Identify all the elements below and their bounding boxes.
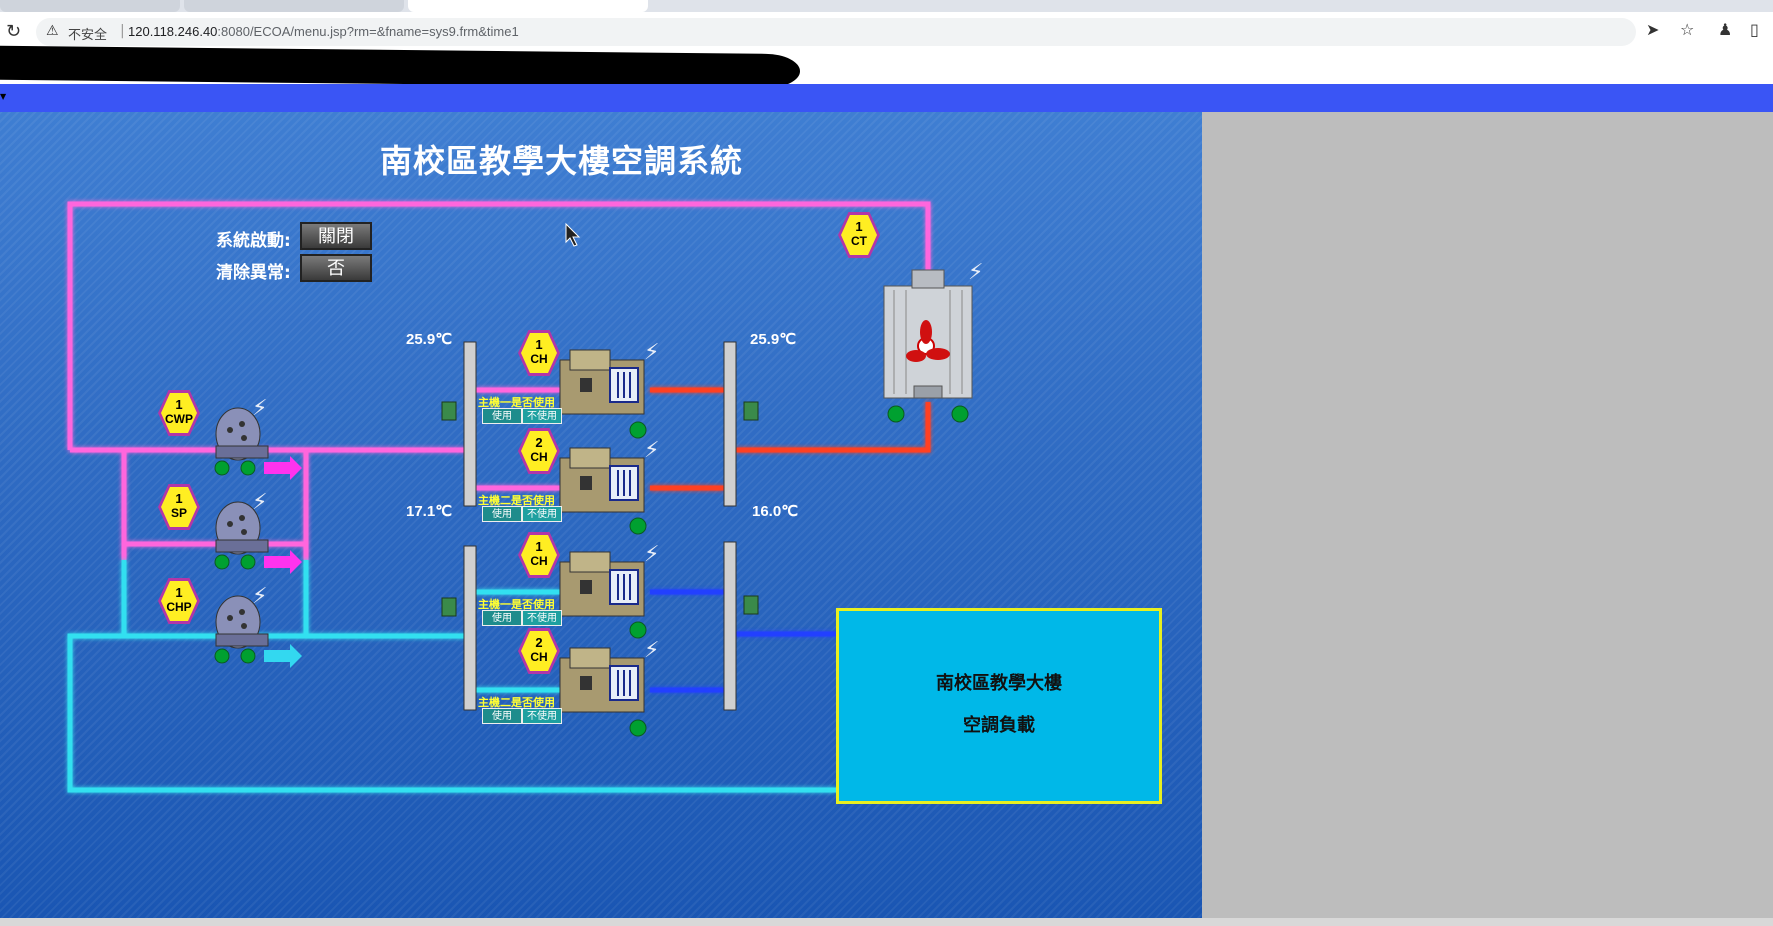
send-icon[interactable]: ➤: [1646, 20, 1659, 39]
ch-lower-1-code: CH: [530, 554, 548, 568]
ch-upper-2-status: [629, 517, 647, 535]
lightning-icon: ⚡: [644, 542, 660, 567]
temp-chw-return: 17.1℃: [406, 503, 453, 520]
chiller-lower-2: [559, 647, 645, 713]
app-menu-bar: ▼: [0, 84, 1773, 112]
chp-status-1: [214, 648, 230, 664]
sp-status-2: [240, 554, 256, 570]
ch-lower-2-status: [629, 719, 647, 737]
url-host: 120.118.246.40: [128, 24, 218, 39]
ch-lower-1-nouse-button[interactable]: 不使用: [522, 610, 562, 626]
ch-upper-1-nouse-button[interactable]: 不使用: [522, 408, 562, 424]
url-rest: :8080/ECOA/menu.jsp?rm=&fname=sys9.frm&t…: [217, 24, 519, 39]
temp-chw-supply: 16.0℃: [752, 503, 799, 520]
building-load-box[interactable]: 南校區教學大樓 空調負載: [836, 608, 1162, 804]
clear-alarm-button[interactable]: 否: [300, 254, 372, 282]
ch-upper-2-use-button[interactable]: 使用: [482, 506, 522, 522]
load-line-2: 空調負載: [963, 715, 1035, 736]
lightning-icon: ⚡: [968, 260, 984, 285]
cooling-tower: [883, 269, 973, 399]
star-icon[interactable]: ☆: [1680, 20, 1694, 39]
ct-num: 1: [855, 219, 863, 234]
system-start-button[interactable]: 關閉: [300, 222, 372, 250]
ch-lower-2-code: CH: [530, 650, 548, 664]
cw-header-right: [723, 341, 737, 507]
mouse-cursor-icon: [565, 222, 581, 247]
tab-1[interactable]: [0, 0, 180, 12]
lightning-icon: ⚡: [644, 340, 660, 365]
status-bar: [0, 918, 1773, 926]
system-start-label: 系統啟動:: [216, 231, 291, 251]
ch-upper-1-num: 1: [535, 337, 543, 352]
cw-header-left: [463, 341, 477, 507]
lightning-icon: ⚡: [252, 490, 268, 515]
temp-cw-outlet: 25.9℃: [750, 331, 797, 348]
sensor-cw-in: [441, 401, 457, 421]
lightning-icon: ⚡: [252, 396, 268, 421]
omnibox[interactable]: ⚠ 不安全 | 120.118.246.40:8080/ECOA/menu.js…: [36, 18, 1636, 46]
sensor-chw-return: [441, 597, 457, 617]
chp-arrow: [264, 644, 302, 668]
ch-lower-2-use-button[interactable]: 使用: [482, 708, 522, 724]
chiller-upper-2: [559, 447, 645, 513]
cwp-arrow: [264, 456, 302, 480]
ch-upper-2-code: CH: [530, 450, 548, 464]
chiller-upper-1: [559, 349, 645, 415]
tab-strip: [0, 0, 1773, 12]
ct-code: CT: [851, 234, 867, 248]
sp-arrow: [264, 550, 302, 574]
pumps: [215, 407, 269, 649]
page-title: 南校區教學大樓空調系統: [380, 142, 744, 180]
clear-alarm-label: 清除異常:: [216, 263, 291, 283]
chw-header-left: [463, 545, 477, 711]
chiller-lower-1: [559, 551, 645, 617]
ch-upper-2-num: 2: [535, 435, 543, 450]
chp-status-2: [240, 648, 256, 664]
chp-num: 1: [175, 585, 183, 600]
ch-upper-1-status: [629, 421, 647, 439]
url-text[interactable]: 120.118.246.40:8080/ECOA/menu.jsp?rm=&fn…: [128, 24, 519, 39]
ch-lower-2-nouse-button[interactable]: 不使用: [522, 708, 562, 724]
reload-icon[interactable]: ↻: [6, 21, 21, 42]
ch-upper-2-nouse-button[interactable]: 不使用: [522, 506, 562, 522]
tab-active[interactable]: [408, 0, 648, 12]
sp-code: SP: [170, 506, 187, 520]
ch-lower-1-status: [629, 621, 647, 639]
extension-icon[interactable]: ♟: [1718, 20, 1732, 39]
ch-lower-2-num: 2: [535, 635, 543, 650]
ct-status-2: [951, 405, 969, 423]
ch-upper-1-code: CH: [530, 352, 548, 366]
ct-status-1: [887, 405, 905, 423]
sensor-chw-supply: [743, 595, 759, 615]
security-label[interactable]: 不安全: [68, 24, 107, 43]
ch-lower-1-num: 1: [535, 539, 543, 554]
separator: |: [120, 23, 125, 39]
sensor-cw-out: [743, 401, 759, 421]
temp-cw-inlet: 25.9℃: [406, 331, 453, 348]
cwp-code: CWP: [165, 412, 193, 426]
lightning-icon: ⚡: [644, 638, 660, 663]
chp-code: CHP: [166, 600, 192, 614]
cwp-status-2: [240, 460, 256, 476]
caret-down-icon[interactable]: ▼: [0, 92, 6, 101]
cwp-status-1: [214, 460, 230, 476]
chw-header-right: [723, 541, 737, 711]
lightning-icon: ⚡: [644, 438, 660, 463]
cw-return-pipe: [650, 387, 931, 491]
ch-upper-1-use-button[interactable]: 使用: [482, 408, 522, 424]
sp-status-1: [214, 554, 230, 570]
address-bar: ↻ ⚠ 不安全 | 120.118.246.40:8080/ECOA/menu.…: [0, 12, 1773, 52]
chw-supply-pipe: [650, 589, 836, 693]
sidepanel-icon[interactable]: ▯: [1750, 20, 1759, 39]
chw-loop: [67, 633, 836, 793]
scada-panel: 南校區教學大樓空調系統 系統啟動: 關閉 清除異常: 否 25.9℃ 25.9℃…: [0, 112, 1202, 918]
tab-2[interactable]: [184, 0, 404, 12]
load-line-1: 南校區教學大樓: [936, 673, 1062, 694]
sp-num: 1: [175, 491, 183, 506]
warning-icon[interactable]: ⚠: [46, 23, 59, 39]
ch-lower-1-use-button[interactable]: 使用: [482, 610, 522, 626]
cwp-num: 1: [175, 397, 183, 412]
lightning-icon: ⚡: [252, 584, 268, 609]
